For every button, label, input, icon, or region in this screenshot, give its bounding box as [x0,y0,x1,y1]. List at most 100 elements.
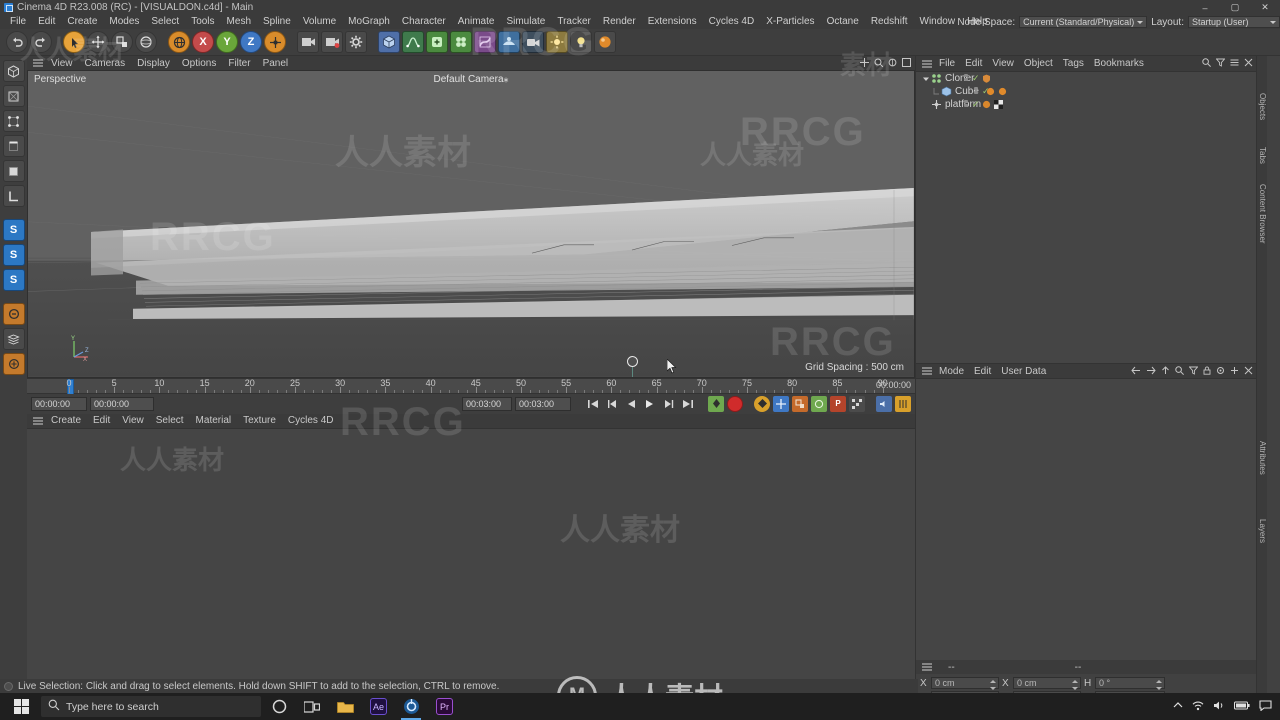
previous-key-button[interactable] [604,396,620,412]
autokeying-button[interactable] [727,395,743,412]
lock-icon[interactable] [1203,366,1211,378]
menu-item-material[interactable]: Material [190,415,238,426]
menu-item-display[interactable]: Display [131,58,176,69]
menu-item-bookmarks[interactable]: Bookmarks [1089,58,1149,69]
pin-icon[interactable] [1216,366,1225,378]
dock-tab-objects[interactable]: Objects [1256,90,1267,123]
menu-item-select[interactable]: Select [145,15,185,29]
file-explorer-button[interactable] [330,693,360,720]
funnel-icon[interactable] [1188,366,1199,378]
task-view-button[interactable] [297,693,327,720]
protection-tag[interactable] [982,74,991,83]
network-icon[interactable] [1192,700,1204,714]
preview-end-field[interactable]: 00:03:00 [461,396,512,411]
menu-item-panel[interactable]: Panel [257,58,295,69]
menu-item-mode[interactable]: Mode [934,366,969,377]
dock-tab-content-browser[interactable]: Content Browser [1256,181,1267,247]
orange-tag[interactable] [998,87,1007,96]
minimize-button[interactable]: – [1190,0,1220,15]
timeline-settings-button[interactable] [895,395,911,412]
pan-view-icon[interactable] [860,58,869,70]
y-axis-lock-button[interactable]: Y [216,31,238,53]
play-forwards-button[interactable] [642,396,658,412]
node-space-select[interactable]: Current (Standard/Physical) [1019,16,1148,28]
scale-key-button[interactable] [792,395,808,412]
render-settings-button[interactable] [345,31,367,53]
taskbar-search-box[interactable]: Type here to search [41,696,261,717]
menu-item-simulate[interactable]: Simulate [500,15,551,29]
scale-button[interactable] [111,31,133,53]
cinema4d-button[interactable] [396,693,426,720]
viewport-menu-icon[interactable] [31,59,45,67]
menu-item-redshift[interactable]: Redshift [865,15,914,29]
world-object-coordinates-button[interactable] [168,31,190,53]
search-icon[interactable] [1202,58,1211,70]
up-arrow-icon[interactable] [1161,366,1170,378]
enable-checkbox[interactable]: ✓ [972,73,980,84]
battery-icon[interactable] [1234,701,1250,713]
menu-item-tracker[interactable]: Tracker [551,15,597,29]
visibility-dots[interactable] [974,87,978,94]
preview-start-field[interactable]: 00:00:00 [90,396,154,411]
menu-item-user-data[interactable]: User Data [996,366,1051,377]
attribute-manager-body[interactable] [916,378,1256,660]
phong-tag[interactable] [982,100,991,109]
menu-item-cameras[interactable]: Cameras [79,58,132,69]
record-active-objects-button[interactable] [708,395,724,412]
coordinate-size-field[interactable]: 0 cm [1013,677,1081,690]
z-axis-lock-button[interactable]: Z [240,31,262,53]
add-spline-button[interactable] [402,31,424,53]
point-level-animation-button[interactable] [849,395,865,412]
object-name[interactable]: Cloner [945,73,974,84]
menu-item-view[interactable]: View [987,58,1019,69]
forward-arrow-icon[interactable] [1146,366,1156,378]
add-camera-button[interactable] [522,31,544,53]
menu-item-tags[interactable]: Tags [1058,58,1089,69]
menu-item-filter[interactable]: Filter [222,58,256,69]
texture-mode-button[interactable] [2,85,25,107]
menu-item-x-particles[interactable]: X-Particles [760,15,820,29]
menu-item-edit[interactable]: Edit [87,415,116,426]
menu-item-volume[interactable]: Volume [297,15,342,29]
rotate-view-icon[interactable] [888,58,897,70]
menu-item-extensions[interactable]: Extensions [642,15,703,29]
add-environment-button[interactable] [546,31,568,53]
add-scene-button[interactable] [498,31,520,53]
position-key-button[interactable] [773,395,789,412]
points-mode-button[interactable] [2,110,25,132]
menu-item-character[interactable]: Character [396,15,452,29]
viewport-solo-button[interactable] [2,303,25,325]
close-icon[interactable] [1244,58,1253,70]
axis-mode-button[interactable] [2,185,25,207]
parameter-key-button[interactable]: P [830,395,846,412]
go-to-start-button[interactable] [585,396,601,412]
zoom-view-icon[interactable] [874,58,884,70]
add-generator-button[interactable] [426,31,448,53]
object-row[interactable]: platform✓ [916,98,1256,111]
add-array-button[interactable] [450,31,472,53]
back-arrow-icon[interactable] [1131,366,1141,378]
dock-tab-layers[interactable]: Layers [1256,516,1267,546]
menu-item-mesh[interactable]: Mesh [221,15,257,29]
object-row[interactable]: Cube ✓ [916,85,1256,98]
rotate-button[interactable] [135,31,157,53]
menu-item-options[interactable]: Options [176,58,222,69]
coordinate-rotation-field[interactable]: 0 ° [1095,677,1165,690]
menu-item-cycles-4d[interactable]: Cycles 4D [703,15,761,29]
object-manager-menu-icon[interactable] [920,59,934,68]
enable-snapping-button[interactable]: S [2,219,25,241]
action-center-icon[interactable] [1259,699,1272,714]
premiere-button[interactable]: Pr [429,693,459,720]
coordinate-system-button[interactable] [264,31,286,53]
menu-item-modes[interactable]: Modes [103,15,145,29]
plus-icon[interactable] [1230,366,1239,378]
workplane-button[interactable]: S [2,269,25,291]
play-backwards-button[interactable] [623,396,639,412]
rotation-key-button[interactable] [811,395,827,412]
menu-item-edit[interactable]: Edit [969,366,996,377]
add-deformer-button[interactable] [474,31,496,53]
layout-select[interactable]: Startup (User) [1188,16,1280,28]
object-manager-tree[interactable]: Cloner✓Cube✓platform✓ [916,71,1256,363]
coordinate-menu-icon[interactable] [920,663,934,671]
object-tags[interactable] [982,74,991,83]
